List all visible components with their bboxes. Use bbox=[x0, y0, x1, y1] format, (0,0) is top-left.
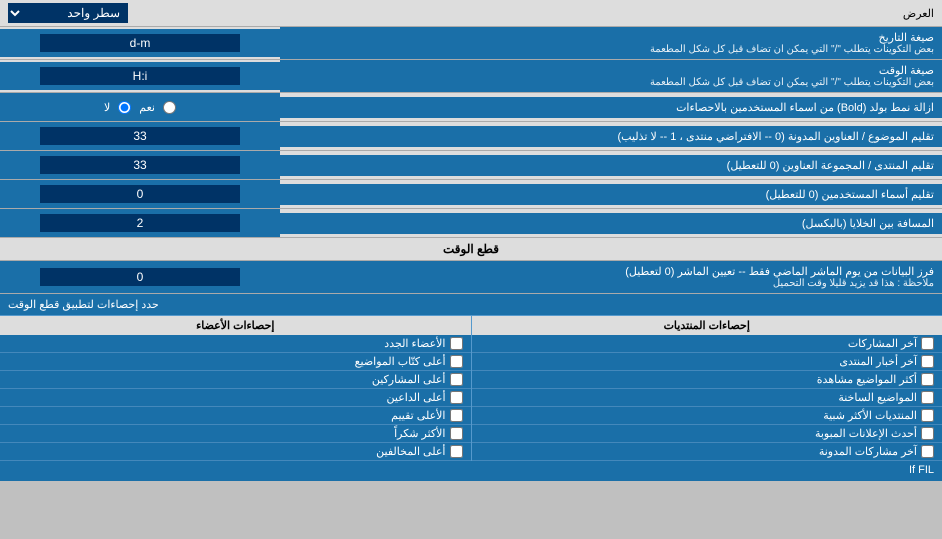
stats-members-header: إحصاءات الأعضاء bbox=[0, 316, 471, 335]
bold-radio-group: نعم لا bbox=[104, 101, 176, 114]
bold-remove-label: ازالة نمط بولد (Bold) من اسماء المستخدمي… bbox=[280, 97, 942, 118]
cutoff-label: فرز البيانات من يوم الماشر الماضي فقط --… bbox=[280, 261, 942, 293]
date-format-row: صيغة التاريخ بعض التكوينات يتطلب "/" الت… bbox=[0, 27, 942, 60]
label-top-rated: الأعلى تقييم bbox=[391, 409, 445, 422]
cell-spacing-input-area bbox=[0, 209, 280, 237]
main-container: العرض سطر واحد سطرين ثلاثة أسطر صيغة الت… bbox=[0, 0, 942, 481]
username-order-input-area bbox=[0, 180, 280, 208]
stats-col-members: إحصاءات الأعضاء الأعضاء الجدد أعلى كتّاب… bbox=[0, 316, 471, 461]
list-item: الأعضاء الجدد bbox=[0, 335, 471, 353]
label-most-similar: المنتديات الأكثر شبية bbox=[823, 409, 917, 422]
list-item: المواضيع الساخنة bbox=[472, 389, 942, 407]
bold-yes-radio[interactable] bbox=[163, 101, 176, 114]
date-format-input-area bbox=[0, 29, 280, 57]
checkbox-latest-ads[interactable] bbox=[921, 427, 934, 440]
bold-remove-row: ازالة نمط بولد (Bold) من اسماء المستخدمي… bbox=[0, 93, 942, 122]
forum-order-label: تقليم المنتدى / المجموعة العناوين (0 للت… bbox=[280, 155, 942, 176]
label-top-participants: أعلى المشاركين bbox=[372, 373, 446, 386]
header-label: العرض bbox=[128, 7, 934, 20]
cutoff-input[interactable] bbox=[40, 268, 240, 286]
list-item: الأعلى تقييم bbox=[0, 407, 471, 425]
time-format-input-area bbox=[0, 62, 280, 90]
list-item: أعلى الداعين bbox=[0, 389, 471, 407]
checkbox-most-viewed[interactable] bbox=[921, 373, 934, 386]
bold-no-label: لا bbox=[104, 101, 110, 114]
display-select[interactable]: سطر واحد سطرين ثلاثة أسطر bbox=[8, 3, 128, 23]
list-item: آخر أخبار المنتدى bbox=[472, 353, 942, 371]
list-item: أعلى كتّاب المواضيع bbox=[0, 353, 471, 371]
stats-col-forums: إحصاءات المنتديات آخر المشاركات آخر أخبا… bbox=[471, 316, 942, 461]
checkbox-top-violators[interactable] bbox=[450, 445, 463, 458]
list-item: أعلى المشاركين bbox=[0, 371, 471, 389]
stats-grid: إحصاءات المنتديات آخر المشاركات آخر أخبا… bbox=[0, 316, 942, 461]
cutoff-input-area bbox=[0, 263, 280, 291]
username-order-row: تقليم أسماء المستخدمين (0 للتعطيل) bbox=[0, 180, 942, 209]
label-new-members: الأعضاء الجدد bbox=[384, 337, 445, 350]
label-latest-ads: أحدث الإعلانات المبوبة bbox=[815, 427, 917, 440]
label-last-posts: آخر المشاركات bbox=[848, 337, 917, 350]
subject-order-label: تقليم الموضوع / العناوين المدونة (0 -- ا… bbox=[280, 126, 942, 147]
bold-no-radio[interactable] bbox=[118, 101, 131, 114]
subject-order-input[interactable] bbox=[40, 127, 240, 145]
label-top-writers: أعلى كتّاب المواضيع bbox=[355, 355, 446, 368]
label-most-thanked: الأكثر شكراً bbox=[394, 427, 445, 440]
stats-apply-row: حدد إحصاءات لتطبيق قطع الوقت bbox=[0, 294, 942, 316]
date-format-label: صيغة التاريخ بعض التكوينات يتطلب "/" الت… bbox=[280, 27, 942, 59]
stats-apply-label: حدد إحصاءات لتطبيق قطع الوقت bbox=[8, 298, 159, 311]
list-item: آخر المشاركات bbox=[472, 335, 942, 353]
stats-forums-header: إحصاءات المنتديات bbox=[472, 316, 942, 335]
checkbox-top-rated[interactable] bbox=[450, 409, 463, 422]
list-item: آخر مشاركات المدونة bbox=[472, 443, 942, 461]
bold-yes-label: نعم bbox=[139, 101, 155, 114]
cell-spacing-label: المسافة بين الخلايا (بالبكسل) bbox=[280, 213, 942, 234]
label-forum-news: آخر أخبار المنتدى bbox=[839, 355, 917, 368]
checkbox-most-thanked[interactable] bbox=[450, 427, 463, 440]
label-top-callers: أعلى الداعين bbox=[387, 391, 446, 404]
header-row: العرض سطر واحد سطرين ثلاثة أسطر bbox=[0, 0, 942, 27]
checkbox-last-blog-posts[interactable] bbox=[921, 445, 934, 458]
list-item: أحدث الإعلانات المبوبة bbox=[472, 425, 942, 443]
date-format-input[interactable] bbox=[40, 34, 240, 52]
username-order-input[interactable] bbox=[40, 185, 240, 203]
bold-remove-input-area: نعم لا bbox=[0, 93, 280, 121]
checkbox-hot-topics[interactable] bbox=[921, 391, 934, 404]
label-most-viewed: أكثر المواضيع مشاهدة bbox=[817, 373, 917, 386]
time-format-input[interactable] bbox=[40, 67, 240, 85]
bottom-text: If FIL bbox=[909, 464, 934, 476]
subject-order-input-area bbox=[0, 122, 280, 150]
label-top-violators: أعلى المخالفين bbox=[376, 445, 445, 458]
checkbox-most-similar[interactable] bbox=[921, 409, 934, 422]
subject-order-row: تقليم الموضوع / العناوين المدونة (0 -- ا… bbox=[0, 122, 942, 151]
list-item: المنتديات الأكثر شبية bbox=[472, 407, 942, 425]
list-item: أعلى المخالفين bbox=[0, 443, 471, 461]
checkbox-top-participants[interactable] bbox=[450, 373, 463, 386]
bottom-text-row: If FIL bbox=[0, 461, 942, 481]
cell-spacing-input[interactable] bbox=[40, 214, 240, 232]
checkbox-last-posts[interactable] bbox=[921, 337, 934, 350]
label-last-blog-posts: آخر مشاركات المدونة bbox=[819, 445, 917, 458]
checkbox-new-members[interactable] bbox=[450, 337, 463, 350]
time-format-row: صيغة الوقت بعض التكوينات يتطلب "/" التي … bbox=[0, 60, 942, 93]
time-format-label: صيغة الوقت بعض التكوينات يتطلب "/" التي … bbox=[280, 60, 942, 92]
label-hot-topics: المواضيع الساخنة bbox=[838, 391, 917, 404]
forum-order-row: تقليم المنتدى / المجموعة العناوين (0 للت… bbox=[0, 151, 942, 180]
username-order-label: تقليم أسماء المستخدمين (0 للتعطيل) bbox=[280, 184, 942, 205]
list-item: أكثر المواضيع مشاهدة bbox=[472, 371, 942, 389]
cutoff-section-header: قطع الوقت bbox=[0, 238, 942, 261]
cell-spacing-row: المسافة بين الخلايا (بالبكسل) bbox=[0, 209, 942, 238]
checkbox-top-callers[interactable] bbox=[450, 391, 463, 404]
forum-order-input-area bbox=[0, 151, 280, 179]
checkbox-top-writers[interactable] bbox=[450, 355, 463, 368]
forum-order-input[interactable] bbox=[40, 156, 240, 174]
cutoff-row: فرز البيانات من يوم الماشر الماضي فقط --… bbox=[0, 261, 942, 294]
list-item: الأكثر شكراً bbox=[0, 425, 471, 443]
checkbox-forum-news[interactable] bbox=[921, 355, 934, 368]
